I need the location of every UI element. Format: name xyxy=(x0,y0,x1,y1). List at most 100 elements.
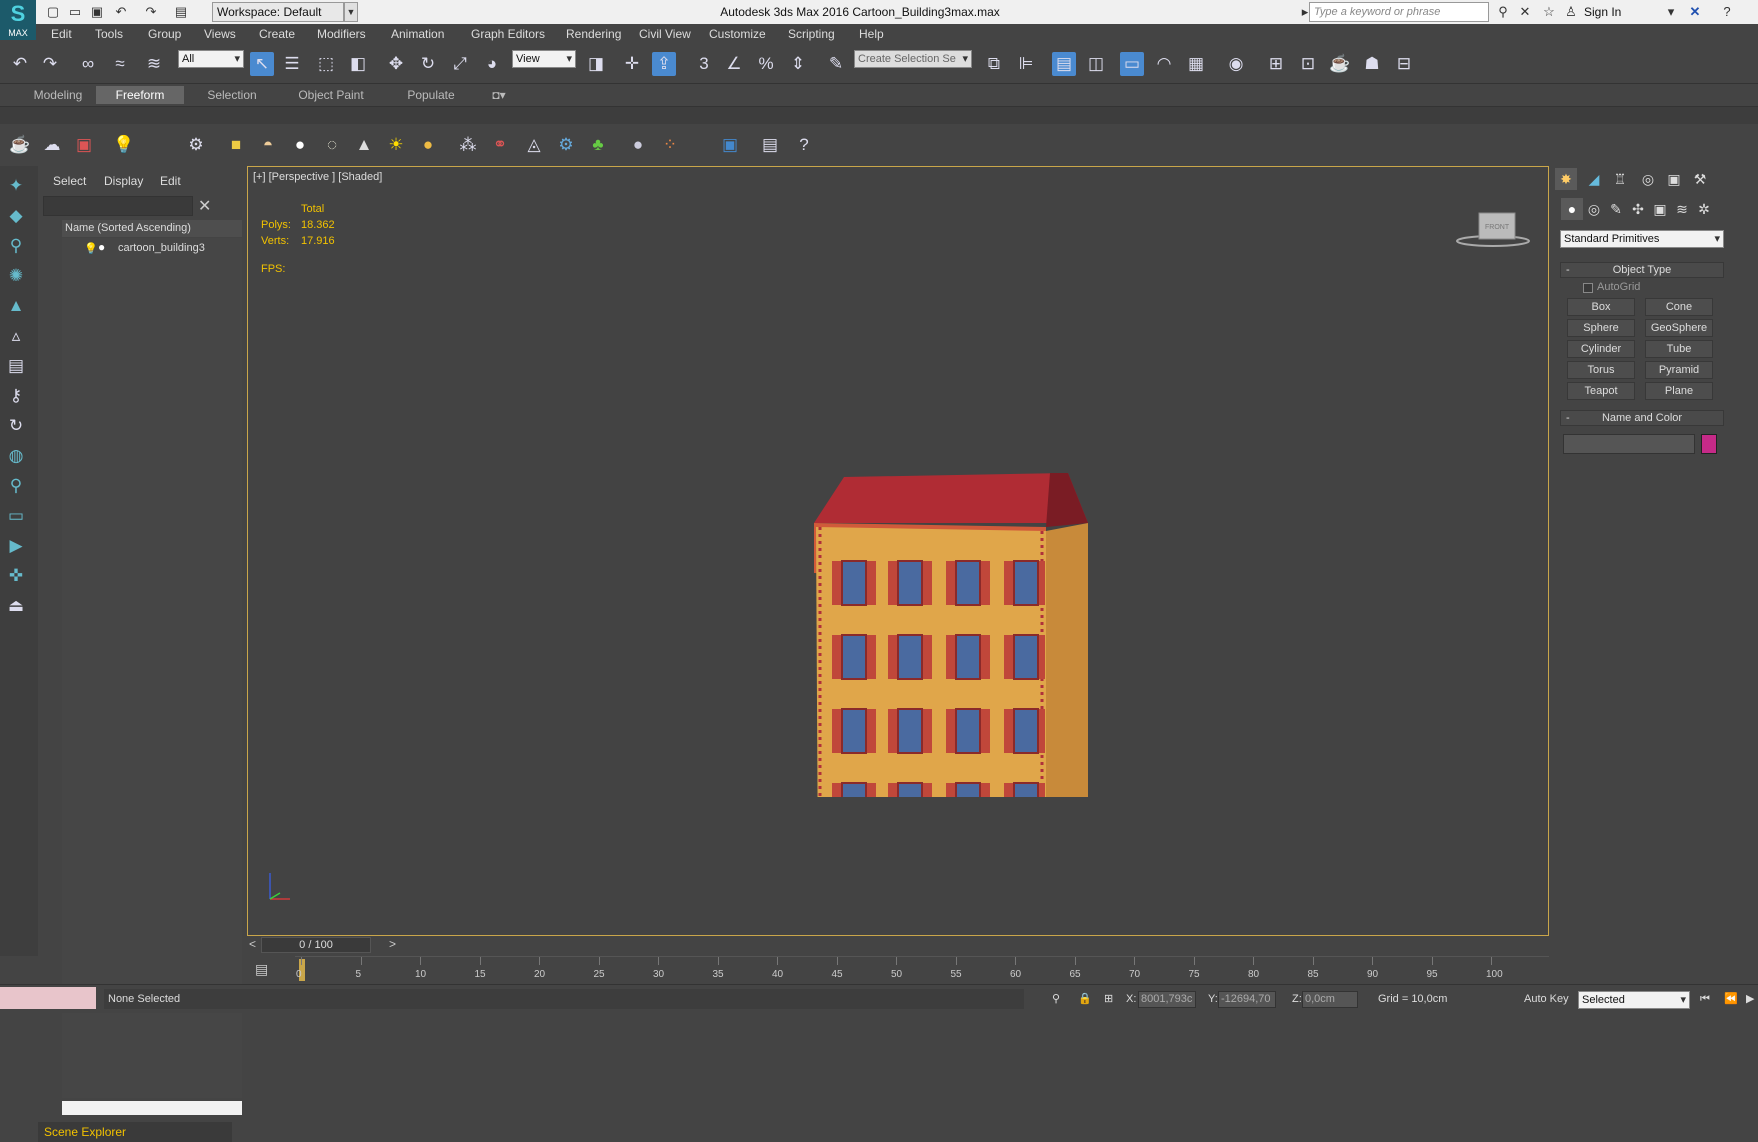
app-logo[interactable]: S MAX xyxy=(0,0,36,40)
sign-in-link[interactable]: Sign In xyxy=(1584,5,1621,19)
particles-icon[interactable]: ⁂ xyxy=(456,133,480,157)
cone-button[interactable]: Cone xyxy=(1645,298,1713,316)
display-containers-icon[interactable]: ▭ xyxy=(4,504,28,528)
x-coordinate-field[interactable]: 8001,793c xyxy=(1138,991,1196,1008)
spacewarps-icon[interactable]: ≋ xyxy=(1671,198,1693,220)
display-bones-icon[interactable]: ◍ xyxy=(4,444,28,468)
absolute-mode-icon[interactable]: ⊞ xyxy=(1104,989,1113,1009)
glass-sphere-icon[interactable]: ● xyxy=(626,133,650,157)
tab-object-paint[interactable]: Object Paint xyxy=(286,86,376,104)
lights-icon[interactable]: ✎ xyxy=(1605,198,1627,220)
box-button[interactable]: Box xyxy=(1567,298,1635,316)
undo-icon[interactable]: ↶ xyxy=(112,3,130,21)
menu-tools[interactable]: Tools xyxy=(95,27,123,41)
track-bar[interactable]: ▤ 0 5 10 15 20 25 30 35 40 45 50 55 60 65 70 75 80 85 90 95… xyxy=(255,956,1549,984)
teapot-button[interactable]: Teapot xyxy=(1567,382,1635,400)
display-last-icon[interactable]: ⏏ xyxy=(4,594,28,618)
select-by-name-icon[interactable]: ☰ xyxy=(280,52,304,76)
tube-icon[interactable]: ◌ xyxy=(320,133,344,157)
menu-views[interactable]: Views xyxy=(204,27,236,41)
menu-create[interactable]: Create xyxy=(259,27,295,41)
clear-search-icon[interactable]: ✕ xyxy=(198,196,211,216)
sign-in-dropdown-icon[interactable]: ▾ xyxy=(1662,3,1680,21)
menu-rendering[interactable]: Rendering xyxy=(566,27,621,41)
schematic-view-icon[interactable]: ▦ xyxy=(1184,52,1208,76)
name-and-color-rollout[interactable]: - Name and Color xyxy=(1560,410,1724,426)
layer-explorer-icon[interactable]: ◫ xyxy=(1084,52,1108,76)
geosphere-button[interactable]: GeoSphere xyxy=(1645,319,1713,337)
link-icon[interactable]: ∞ xyxy=(76,52,100,76)
percent-snap-icon[interactable]: % xyxy=(754,52,778,76)
menu-graph-editors[interactable]: Graph Editors xyxy=(471,27,545,41)
help-circle-icon[interactable]: ? xyxy=(792,133,816,157)
display-xrefs-icon[interactable]: ↻ xyxy=(4,414,28,438)
key-filter-dropdown[interactable]: Selected xyxy=(1578,991,1690,1009)
play-icon[interactable]: ▶ xyxy=(1746,989,1754,1009)
rotate-icon[interactable]: ↻ xyxy=(416,52,440,76)
light-bulb-icon[interactable]: 💡 xyxy=(84,242,98,255)
tab-selection[interactable]: Selection xyxy=(194,86,270,104)
camera-icon[interactable]: ⚙ xyxy=(184,133,208,157)
redo-icon[interactable]: ↷ xyxy=(142,3,160,21)
scene-explorer-toggle-icon[interactable]: ▤ xyxy=(1052,52,1076,76)
mirror-icon[interactable]: ⧉ xyxy=(982,52,1006,76)
shapes-icon[interactable]: ◎ xyxy=(1583,198,1605,220)
named-selection-set-input[interactable]: Create Selection Se xyxy=(854,50,972,68)
save-icon[interactable]: ▣ xyxy=(88,3,106,21)
motion-tab-icon[interactable]: ◎ xyxy=(1637,168,1659,190)
go-to-start-icon[interactable]: ⏮ xyxy=(1700,989,1710,1009)
ribbon-options-icon[interactable]: ◘▾ xyxy=(484,86,514,104)
select-manipulate-icon[interactable]: ✛ xyxy=(620,52,644,76)
cameras-icon[interactable]: ✣ xyxy=(1627,198,1649,220)
display-tab-icon[interactable]: ▣ xyxy=(1663,168,1685,190)
maxscript-listener[interactable] xyxy=(0,987,96,1009)
keyboard-shortcut-override-icon[interactable]: ⇪ xyxy=(652,52,676,76)
tab-modeling[interactable]: Modeling xyxy=(20,86,96,104)
menu-animation[interactable]: Animation xyxy=(391,27,444,41)
material-editor-icon[interactable]: ◉ xyxy=(1224,52,1248,76)
render-in-cloud-icon[interactable]: ⊟ xyxy=(1392,52,1416,76)
molecule-icon[interactable]: ⚭ xyxy=(488,133,512,157)
ribbon-toggle-icon[interactable]: ▭ xyxy=(1120,52,1144,76)
sphere-button[interactable]: Sphere xyxy=(1567,319,1635,337)
teapot-icon[interactable]: ☕ xyxy=(8,133,32,157)
window-crossing-icon[interactable]: ◧ xyxy=(346,52,370,76)
z-coordinate-field[interactable]: 0,0cm xyxy=(1302,991,1358,1008)
gold-sphere-icon[interactable]: ● xyxy=(416,133,440,157)
pyramid-button[interactable]: Pyramid xyxy=(1645,361,1713,379)
systems-icon[interactable]: ✲ xyxy=(1693,198,1715,220)
redo-icon[interactable]: ↷ xyxy=(38,52,62,76)
bind-space-warp-icon[interactable]: ≋ xyxy=(142,52,166,76)
hemisphere-icon[interactable]: ◓ xyxy=(256,133,280,157)
menu-help[interactable]: Help xyxy=(859,27,884,41)
workspace-menu-arrow[interactable]: ▼ xyxy=(344,2,358,22)
favorites-star-icon[interactable]: ☆ xyxy=(1540,3,1558,21)
modify-tab-icon[interactable]: ◢ xyxy=(1583,168,1605,190)
prev-frame-icon[interactable]: < xyxy=(249,937,256,951)
selection-region-icon[interactable]: ⬚ xyxy=(314,52,338,76)
geometry-icon[interactable]: ● xyxy=(1561,198,1583,220)
auto-key-button[interactable]: Auto Key xyxy=(1524,989,1569,1009)
create-tab-icon[interactable]: ✸ xyxy=(1555,168,1577,190)
capture-icon[interactable]: ▣ xyxy=(718,133,742,157)
render-image-icon[interactable]: ▣ xyxy=(72,133,96,157)
project-folder-icon[interactable]: ▤ xyxy=(172,3,190,21)
next-frame-icon[interactable]: > xyxy=(389,937,396,951)
exchange-apps-icon[interactable]: ✕ xyxy=(1686,3,1704,21)
align-icon[interactable]: ⊫ xyxy=(1014,52,1038,76)
display-hidden-icon[interactable]: ✜ xyxy=(4,564,28,588)
explorer-column-header[interactable]: Name (Sorted Ascending) xyxy=(62,220,242,237)
search-input[interactable]: Type a keyword or phrase xyxy=(1309,2,1489,22)
help-icon[interactable]: ? xyxy=(1718,3,1736,21)
viewcube[interactable]: FRONT xyxy=(1453,205,1537,255)
scale-icon[interactable]: ⤢ xyxy=(448,52,472,76)
display-geometry-icon[interactable]: ◆ xyxy=(4,204,28,228)
menu-edit[interactable]: Edit xyxy=(51,27,72,41)
display-helpers-icon[interactable]: ▵ xyxy=(4,324,28,348)
cloud-icon[interactable]: ☁ xyxy=(40,133,64,157)
primitive-category-dropdown[interactable]: Standard Primitives xyxy=(1560,230,1724,248)
mini-curve-editor-icon[interactable]: ▤ xyxy=(255,961,268,978)
undo-icon[interactable]: ↶ xyxy=(8,52,32,76)
display-spacewarps-icon[interactable]: ▤ xyxy=(4,354,28,378)
display-groups-icon[interactable]: ⚷ xyxy=(4,384,28,408)
